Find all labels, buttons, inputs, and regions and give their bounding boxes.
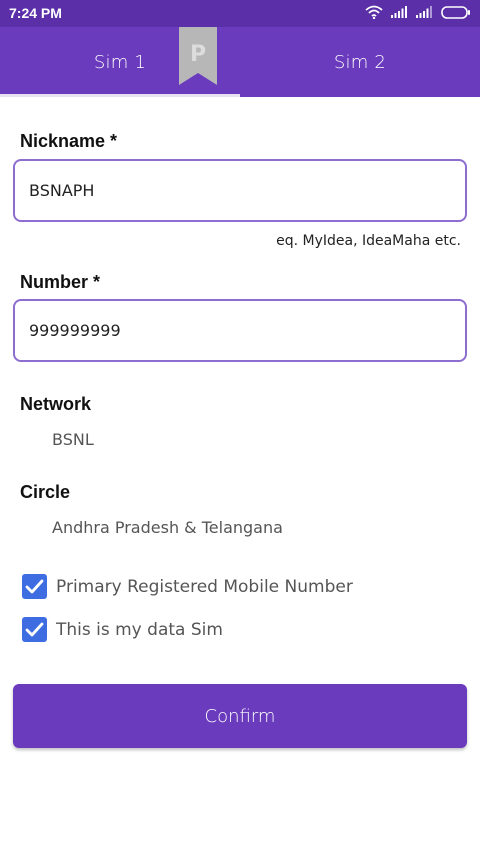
number-input[interactable] [15,301,465,360]
nickname-hint: eq. MyIdea, IdeaMaha etc. [276,233,461,249]
signal-icon [391,6,408,18]
number-label: Number * [20,272,101,292]
primary-bookmark-icon: P [179,27,217,85]
circle-label: Circle [20,482,71,502]
primary-number-option[interactable]: Primary Registered Mobile Number [22,574,353,599]
wifi-icon [365,5,383,19]
bookmark-letter: P [190,42,206,67]
data-sim-label: This is my data Sim [56,619,223,640]
network-label: Network [20,394,92,414]
signal-icon [416,6,433,18]
status-icons [365,5,471,19]
active-tab-indicator [0,94,240,97]
data-sim-option[interactable]: This is my data Sim [22,617,223,642]
primary-number-label: Primary Registered Mobile Number [56,576,353,597]
checkmark-icon [25,579,44,594]
circle-value: Andhra Pradesh & Telangana [52,518,283,537]
confirm-button[interactable]: Confirm [13,684,467,748]
tab-sim-2[interactable]: Sim 2 [240,27,480,97]
primary-number-checkbox[interactable] [22,574,47,599]
sim-tab-bar: Sim 1 Sim 2 [0,27,480,97]
nickname-label: Nickname * [20,131,118,151]
nickname-input[interactable] [15,161,465,220]
number-field[interactable] [13,299,467,362]
status-time: 7:24 PM [9,5,62,21]
data-sim-checkbox[interactable] [22,617,47,642]
checkmark-icon [25,622,44,637]
status-bar: 7:24 PM [0,0,480,27]
battery-icon [441,5,471,19]
network-value: BSNL [52,430,94,449]
nickname-field[interactable] [13,159,467,222]
